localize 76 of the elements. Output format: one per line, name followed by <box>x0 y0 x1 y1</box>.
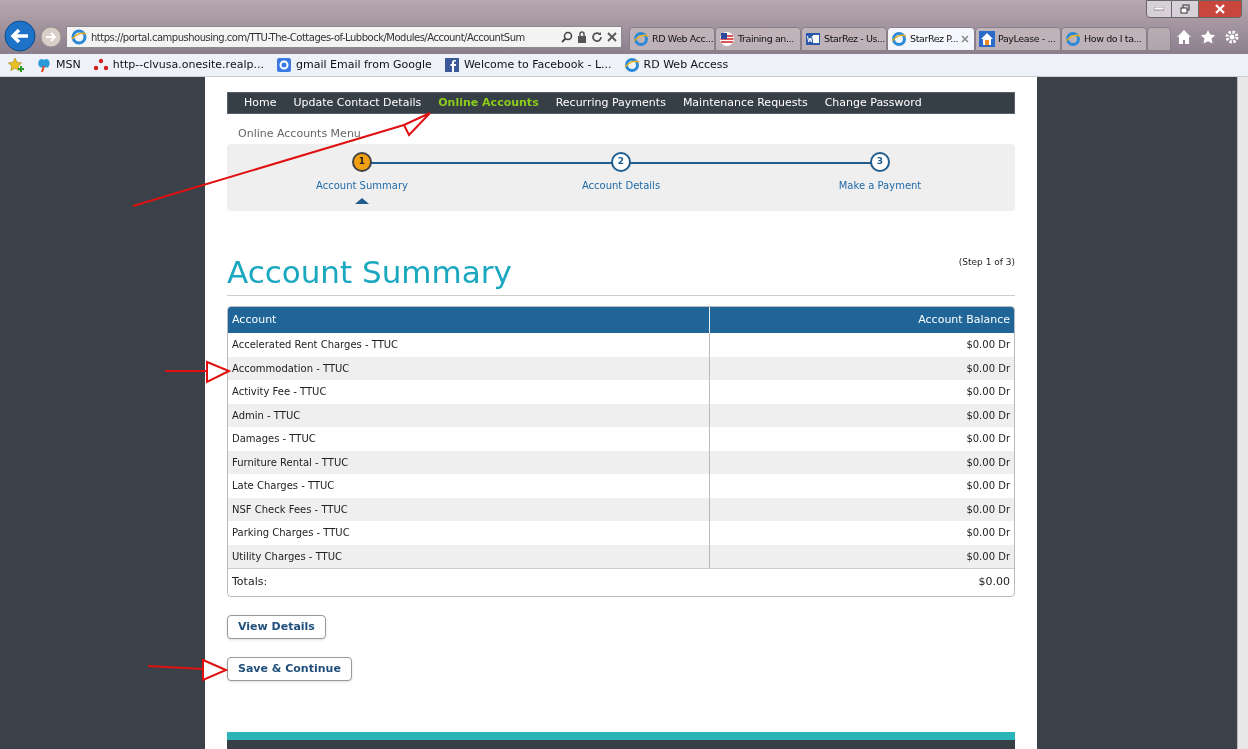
favorite-link[interactable]: Welcome to Facebook - L... <box>443 56 612 74</box>
nav-link[interactable]: Update Contact Details <box>293 94 422 112</box>
close-icon[interactable] <box>607 32 617 42</box>
facebook-icon <box>443 57 460 73</box>
table-cell-text: $0.00 Dr <box>965 479 1011 494</box>
table-cell-text: $0.00 Dr <box>965 549 1011 564</box>
settings-icon[interactable] <box>1224 29 1240 45</box>
dots-icon <box>92 57 109 73</box>
document-icon <box>805 31 821 47</box>
address-field[interactable]: https://portal.campushousing.com/TTU-The-Cottages-of-Lubbock/Modules/Account/AccountSum <box>66 26 622 48</box>
house-icon <box>979 31 995 47</box>
address-text: https://portal.campushousing.com/TTU-The-Cottages-of-Lubbock/Modules/Account/AccountSum <box>91 30 526 45</box>
browser-icon <box>891 31 907 47</box>
table-cell: Utility Charges - TTUC <box>228 544 710 568</box>
step-label[interactable]: Account Summary <box>316 178 408 193</box>
favorites-star-icon[interactable] <box>1200 29 1216 45</box>
table-cell-text: $0.00 Dr <box>965 502 1011 517</box>
browser-tab[interactable]: RD Web Acc... <box>629 27 715 51</box>
nav-link[interactable]: Online Accounts <box>438 94 539 112</box>
table-cell: Accelerated Rent Charges - TTUC <box>228 333 710 357</box>
step-label[interactable]: Account Details <box>581 178 661 193</box>
table-cell-text: $0.00 Dr <box>965 455 1011 470</box>
scroll-bar[interactable] <box>1237 77 1248 749</box>
page-heading: Account Summary <box>227 255 512 289</box>
nav-link[interactable]: Recurring Payments <box>555 94 666 112</box>
home-icon[interactable] <box>1176 29 1192 45</box>
column-header: Account Balance <box>917 311 1011 328</box>
browser-tab[interactable]: How do I ta... <box>1061 27 1147 51</box>
lock-icon <box>577 31 587 43</box>
step-note: (Step 1 of 3) <box>958 255 1015 269</box>
action-button[interactable]: View Details <box>227 615 326 639</box>
google-icon <box>275 57 292 73</box>
menu-title: Online Accounts Menu <box>238 126 362 142</box>
star-plus-icon[interactable] <box>8 57 24 73</box>
table-cell-text: $0.00 Dr <box>965 385 1011 400</box>
back-icon[interactable] <box>4 20 36 52</box>
table-cell-text: $0.00 Dr <box>965 361 1011 376</box>
minimize-button[interactable] <box>1146 0 1172 18</box>
table-cell-text: $0.00 Dr <box>965 526 1011 541</box>
browser-tab[interactable]: Training an... <box>715 27 801 51</box>
minimize-icon <box>1154 7 1164 11</box>
table-cell: Activity Fee - TTUC <box>228 380 710 404</box>
table-cell: Parking Charges - TTUC <box>228 521 710 545</box>
table-cell-text: $0.00 Dr <box>965 432 1011 447</box>
table-cell-text: $0.00 Dr <box>965 408 1011 423</box>
refresh-icon[interactable] <box>591 31 603 43</box>
table-cell: Damages - TTUC <box>228 427 710 451</box>
browser-tab[interactable]: PayLease - ... <box>975 27 1061 51</box>
favorite-link[interactable]: http--clvusa.onesite.realp... <box>92 56 264 74</box>
search-icon[interactable] <box>561 31 573 43</box>
close-window-button[interactable] <box>1198 0 1242 18</box>
favorite-link[interactable]: RD Web Access <box>623 56 729 74</box>
favorite-link[interactable]: MSN <box>36 56 81 74</box>
browser-icon <box>633 31 649 47</box>
nav-link[interactable]: Maintenance Requests <box>682 94 808 112</box>
step-label[interactable]: Make a Payment <box>838 178 922 193</box>
browser-icon <box>71 29 87 45</box>
browser-tab[interactable]: StarRez - Us... <box>801 27 887 51</box>
flag-icon <box>719 31 735 47</box>
restore-icon <box>1180 4 1190 14</box>
browser-icon <box>1065 31 1081 47</box>
browser-tab[interactable]: StarRez P... <box>887 27 975 51</box>
close-icon[interactable] <box>961 35 970 43</box>
forward-icon[interactable] <box>40 26 62 48</box>
totals-label: Totals: <box>231 574 269 591</box>
current-step-marker <box>355 198 369 204</box>
nav-link[interactable]: Change Password <box>824 94 922 112</box>
butterfly-icon <box>36 57 52 73</box>
nav-link[interactable]: Home <box>244 94 277 112</box>
restore-button[interactable] <box>1172 0 1198 18</box>
table-cell: Late Charges - TTUC <box>228 474 710 498</box>
table-cell-text: $0.00 Dr <box>965 338 1011 353</box>
close-icon <box>1215 4 1225 14</box>
favorite-link[interactable]: gmail Email from Google <box>275 56 432 74</box>
totals-value: $0.00 <box>977 574 1011 591</box>
browser-icon <box>623 57 640 73</box>
